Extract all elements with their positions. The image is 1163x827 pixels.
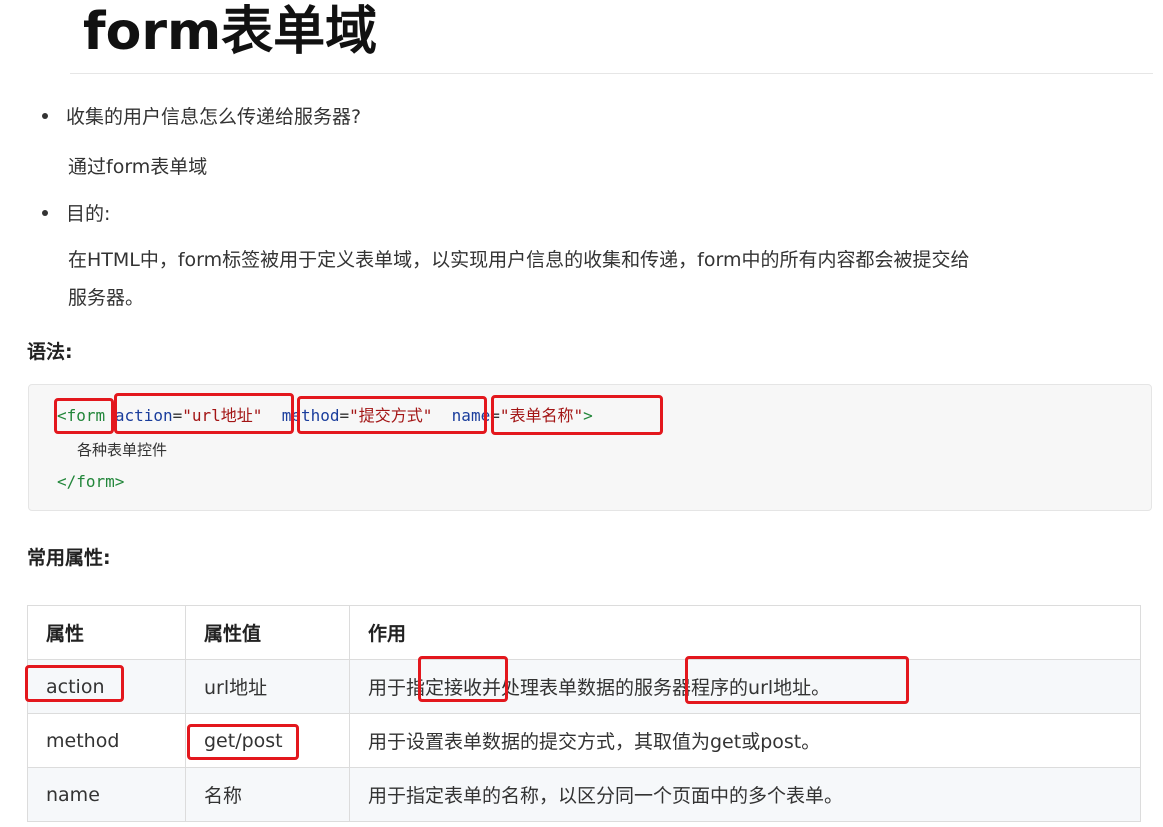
props-heading: 常用属性:: [27, 547, 111, 569]
code-eq: =: [172, 406, 183, 425]
table-cell-desc: 用于指定表单的名称，以区分同一个页面中的多个表单。: [349, 767, 1141, 822]
code-close-bracket: >: [583, 406, 593, 425]
purpose-text-line2: 服务器。: [68, 287, 145, 309]
desc-part: 指定接收: [406, 677, 483, 699]
table-row: method get/post 用于设置表单数据的提交方式，其取值为get或po…: [27, 713, 1141, 768]
desc-part: 服务器程序的url地址。: [634, 677, 831, 699]
bullet-dot: [42, 113, 48, 119]
code-method-val: "提交方式": [349, 406, 433, 425]
code-block: [28, 384, 1152, 511]
code-close-tag: </form>: [57, 472, 125, 491]
table-cell-value: url地址: [185, 659, 350, 714]
table-cell-attr: action: [27, 659, 186, 714]
table-row: action url地址 用于指定接收并处理表单数据的服务器程序的url地址。: [27, 659, 1141, 714]
code-open-tag: <form: [57, 406, 106, 425]
table-header-row: 属性 属性值 作用: [27, 605, 1141, 660]
code-method-attr: method: [281, 406, 340, 425]
title-divider: [70, 73, 1153, 74]
code-eq: =: [490, 406, 500, 425]
bullet-question: 收集的用户信息怎么传递给服务器?: [66, 106, 362, 128]
code-action-val: "url地址": [182, 406, 263, 425]
table-header: 作用: [349, 605, 1141, 660]
table-cell-attr: name: [27, 767, 186, 822]
bullet-dot: [42, 210, 48, 216]
bullet-answer: 通过form表单域: [68, 156, 208, 178]
table-row: name 名称 用于指定表单的名称，以区分同一个页面中的多个表单。: [27, 767, 1141, 822]
code-body-text: 各种表单控件: [77, 441, 168, 459]
code-name-val: "表单名称": [499, 406, 584, 425]
bullet-purpose-label: 目的:: [66, 203, 111, 225]
code-action-attr: action: [114, 406, 173, 425]
attributes-table: 属性 属性值 作用 action url地址 用于指定接收并处理表单数据的服务器…: [27, 605, 1141, 822]
syntax-heading: 语法:: [27, 341, 73, 363]
desc-part: 用于: [368, 677, 407, 699]
code-name-attr: name: [451, 406, 491, 425]
table-cell-desc: 用于指定接收并处理表单数据的服务器程序的url地址。: [349, 659, 1141, 714]
page-title: form表单域: [83, 2, 378, 62]
purpose-text-line1: 在HTML中，form标签被用于定义表单域，以实现用户信息的收集和传递，form…: [68, 249, 970, 271]
table-header: 属性值: [185, 605, 350, 660]
table-header: 属性: [27, 605, 186, 660]
table-cell-value: get/post: [185, 713, 350, 768]
table-cell-desc: 用于设置表单数据的提交方式，其取值为get或post。: [349, 713, 1141, 768]
desc-part: 并处理表单数据的: [482, 677, 635, 699]
code-eq: =: [339, 406, 350, 425]
table-cell-attr: method: [27, 713, 186, 768]
code-line-open: <form action="url地址" method="提交方式" name=…: [57, 406, 593, 426]
table-cell-value: 名称: [185, 767, 350, 822]
